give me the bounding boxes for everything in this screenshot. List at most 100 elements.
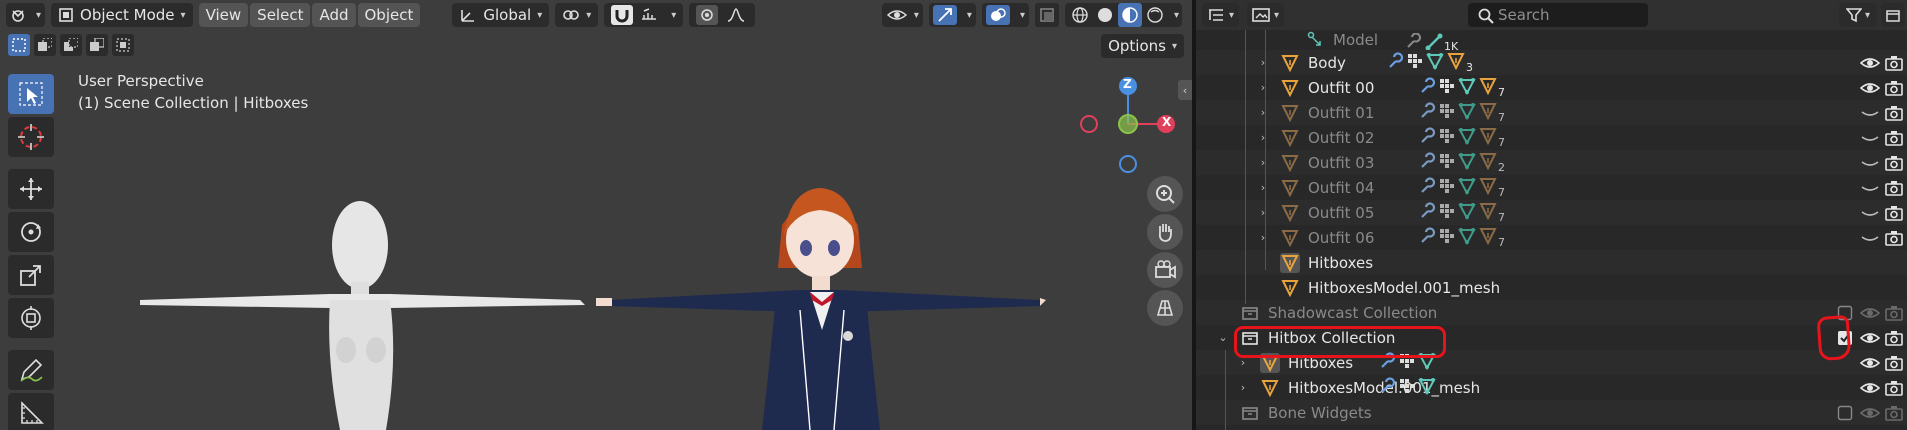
vertex-group-icon: [1458, 152, 1476, 174]
expand-arrow-icon[interactable]: ›: [1257, 56, 1269, 69]
camera-render-icon[interactable]: [1884, 353, 1904, 373]
row-children-icons: [1378, 351, 1436, 374]
outliner-row[interactable]: › Hitboxes: [1196, 350, 1907, 375]
collapse-arrow-icon[interactable]: ⌄: [1217, 331, 1229, 344]
3d-viewport[interactable]: ▾ Object Mode ▾ View Select Add Object G…: [0, 0, 1192, 430]
vertex-data-icon: [1439, 203, 1455, 223]
eye-icon[interactable]: [1860, 378, 1880, 398]
mesh-data-icon: [1479, 152, 1497, 174]
outliner-row[interactable]: › Outfit 03 2: [1196, 150, 1907, 175]
expand-arrow-icon[interactable]: ›: [1257, 206, 1269, 219]
outliner-row[interactable]: › Outfit 01 7: [1196, 100, 1907, 125]
outliner-row[interactable]: › Outfit 06 7: [1196, 225, 1907, 250]
camera-render-icon[interactable]: [1884, 53, 1904, 73]
outliner-row[interactable]: HitboxesModel.001_mesh: [1196, 275, 1907, 300]
gizmo-x-label: X: [1162, 115, 1172, 129]
modifier-wrench-icon: [1418, 76, 1436, 99]
mesh-object-icon: [1280, 203, 1300, 223]
eye-closed-icon[interactable]: [1860, 228, 1880, 248]
outliner-collection-row[interactable]: Bone Widgets: [1196, 400, 1907, 425]
eye-closed-icon[interactable]: [1860, 128, 1880, 148]
outliner-row[interactable]: Hitboxes: [1196, 250, 1907, 275]
expand-arrow-icon[interactable]: ›: [1257, 131, 1269, 144]
outliner-row[interactable]: › Outfit 04 7: [1196, 175, 1907, 200]
camera-render-icon[interactable]: [1884, 303, 1904, 323]
vertex-data-icon: [1407, 53, 1423, 73]
outliner-editor-type[interactable]: ▾: [1202, 3, 1240, 27]
outliner-row[interactable]: Model 1K: [1196, 30, 1907, 53]
vertex-group-icon: [1458, 102, 1476, 124]
filter-dropdown[interactable]: ▾: [1839, 3, 1877, 27]
eye-icon[interactable]: [1860, 53, 1880, 73]
row-label: Outfit 06: [1308, 228, 1375, 247]
eye-icon[interactable]: [1860, 78, 1880, 98]
eye-closed-icon[interactable]: [1860, 178, 1880, 198]
vertex-data-icon: [1439, 128, 1455, 148]
camera-view-button[interactable]: [1147, 252, 1183, 288]
mesh-data-icon: [1479, 227, 1497, 249]
exclude-checkbox[interactable]: [1835, 328, 1855, 348]
outliner-row[interactable]: › Body 3: [1196, 50, 1907, 75]
vertex-group-icon: [1458, 227, 1476, 249]
perspective-toggle-button[interactable]: [1147, 290, 1183, 326]
camera-render-icon[interactable]: [1884, 203, 1904, 223]
mesh-object-icon: [1280, 78, 1300, 98]
expand-arrow-icon[interactable]: ›: [1257, 81, 1269, 94]
search-icon: [1478, 8, 1494, 24]
exclude-checkbox[interactable]: [1835, 303, 1855, 323]
outliner-row[interactable]: › Outfit 02 7: [1196, 125, 1907, 150]
outliner-row[interactable]: › HitboxesModel.001_mesh: [1196, 375, 1907, 400]
exclude-checkbox[interactable]: [1835, 403, 1855, 423]
collapse-sidebar-icon[interactable]: ‹: [1178, 80, 1192, 100]
character-mesh: [596, 188, 1046, 430]
new-collection-button[interactable]: [1881, 3, 1905, 27]
camera-render-icon[interactable]: [1884, 403, 1904, 423]
outliner-row[interactable]: › Outfit 00 7: [1196, 75, 1907, 100]
new-collection-icon: [1886, 10, 1900, 22]
chevron-down-icon: ▾: [1229, 9, 1235, 21]
eye-closed-icon[interactable]: [1860, 153, 1880, 173]
modifier-wrench-icon: [1378, 376, 1396, 399]
outliner-search-input[interactable]: [1468, 3, 1648, 27]
expand-arrow-icon[interactable]: ›: [1237, 381, 1249, 394]
expand-arrow-icon[interactable]: ›: [1257, 231, 1269, 244]
eye-closed-icon[interactable]: [1860, 103, 1880, 123]
mesh-data-icon: [1479, 77, 1497, 99]
outliner-row[interactable]: › Outfit 05 7: [1196, 200, 1907, 225]
camera-render-icon[interactable]: [1884, 378, 1904, 398]
camera-render-icon[interactable]: [1884, 78, 1904, 98]
vertex-group-icon: [1418, 352, 1436, 374]
vertex-data-icon: [1439, 178, 1455, 198]
camera-render-icon[interactable]: [1884, 228, 1904, 248]
expand-arrow-icon[interactable]: ›: [1237, 356, 1249, 369]
display-mode-dropdown[interactable]: ▾: [1247, 3, 1285, 27]
mesh-data-icon: [1479, 102, 1497, 124]
camera-render-icon[interactable]: [1884, 328, 1904, 348]
camera-render-icon[interactable]: [1884, 153, 1904, 173]
vertex-data-icon: [1439, 78, 1455, 98]
camera-render-icon[interactable]: [1884, 103, 1904, 123]
expand-arrow-icon[interactable]: ›: [1257, 106, 1269, 119]
outliner-collection-row[interactable]: Shadowcast Collection: [1196, 300, 1907, 325]
mesh-object-icon: [1260, 352, 1280, 373]
eye-icon[interactable]: [1860, 328, 1880, 348]
child-count: 3: [1466, 61, 1473, 74]
zoom-button[interactable]: [1147, 176, 1183, 212]
eye-closed-icon[interactable]: [1860, 203, 1880, 223]
vertex-group-icon: [1458, 77, 1476, 99]
row-label: Bone Widgets: [1268, 403, 1372, 422]
row-label: Outfit 02: [1308, 128, 1375, 147]
eye-icon[interactable]: [1860, 353, 1880, 373]
tree-guide-line: [1265, 30, 1266, 270]
mesh-object-icon: [1280, 278, 1300, 298]
eye-icon[interactable]: [1860, 303, 1880, 323]
expand-arrow-icon[interactable]: ›: [1257, 181, 1269, 194]
child-count: 7: [1498, 136, 1505, 149]
vertex-group-icon: [1458, 177, 1476, 199]
camera-render-icon[interactable]: [1884, 178, 1904, 198]
pan-button[interactable]: [1147, 214, 1183, 250]
outliner-collection-row[interactable]: ⌄ Hitbox Collection: [1196, 325, 1907, 350]
expand-arrow-icon[interactable]: ›: [1257, 156, 1269, 169]
eye-icon[interactable]: [1860, 403, 1880, 423]
camera-render-icon[interactable]: [1884, 128, 1904, 148]
